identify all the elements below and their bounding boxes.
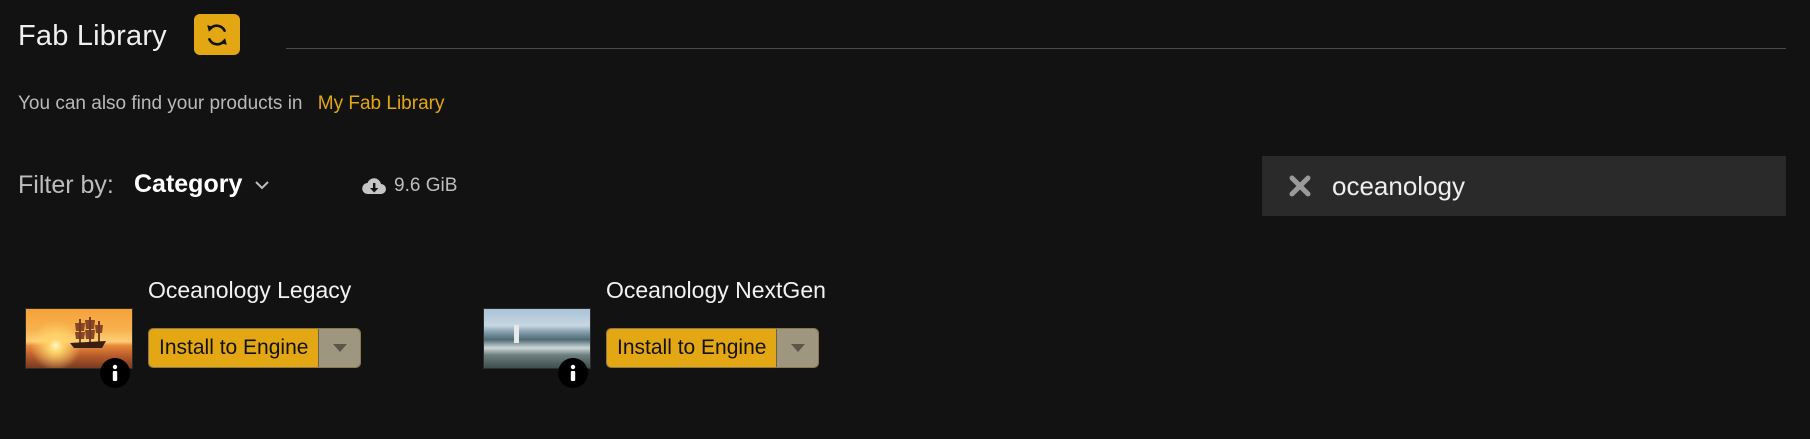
- caret-down-icon: [332, 344, 347, 352]
- search-box: [1262, 156, 1786, 216]
- storage-usage: 9.6 GiB: [362, 175, 457, 197]
- cloud-download-icon: [362, 178, 386, 195]
- chevron-down-icon: [255, 180, 270, 189]
- info-icon: [112, 364, 118, 381]
- filter-label: Filter by:: [18, 171, 114, 199]
- close-icon: [1289, 175, 1311, 197]
- category-filter-label: Category: [134, 170, 243, 198]
- product-card: Oceanology Legacy Install to Engine: [18, 277, 438, 397]
- product-info-button[interactable]: [558, 358, 588, 388]
- product-card: Oceanology NextGen Install to Engine: [476, 277, 896, 397]
- install-to-engine-button[interactable]: Install to Engine: [607, 329, 777, 367]
- library-hint-text: You can also find your products in: [18, 93, 303, 114]
- lighthouse-shape: [514, 325, 519, 343]
- my-fab-library-link[interactable]: My Fab Library: [318, 93, 445, 114]
- refresh-icon: [207, 23, 227, 46]
- install-options-dropdown[interactable]: [318, 329, 361, 367]
- fab-library-page: Fab Library You can also find your produ…: [0, 0, 1810, 439]
- install-split-button: Install to Engine: [148, 328, 362, 368]
- install-options-dropdown[interactable]: [776, 329, 819, 367]
- search-clear-button[interactable]: [1288, 174, 1312, 198]
- product-thumbnail-wrapper: [25, 308, 133, 388]
- library-hint: You can also find your products in My Fa…: [18, 93, 444, 115]
- product-thumbnail-wrapper: [483, 308, 591, 388]
- storage-size: 9.6 GiB: [394, 175, 458, 196]
- page-title: Fab Library: [18, 20, 167, 52]
- install-to-engine-button[interactable]: Install to Engine: [149, 329, 319, 367]
- install-split-button: Install to Engine: [606, 328, 820, 368]
- header-divider: [286, 48, 1786, 49]
- product-name: Oceanology NextGen: [606, 277, 826, 303]
- category-filter-dropdown[interactable]: Category: [134, 170, 270, 199]
- refresh-button[interactable]: [194, 14, 240, 55]
- search-input[interactable]: [1332, 170, 1752, 202]
- info-icon: [570, 364, 576, 381]
- product-name: Oceanology Legacy: [148, 277, 352, 303]
- product-info-button[interactable]: [100, 358, 130, 388]
- caret-down-icon: [790, 344, 805, 352]
- ship-silhouette-icon: [70, 317, 106, 348]
